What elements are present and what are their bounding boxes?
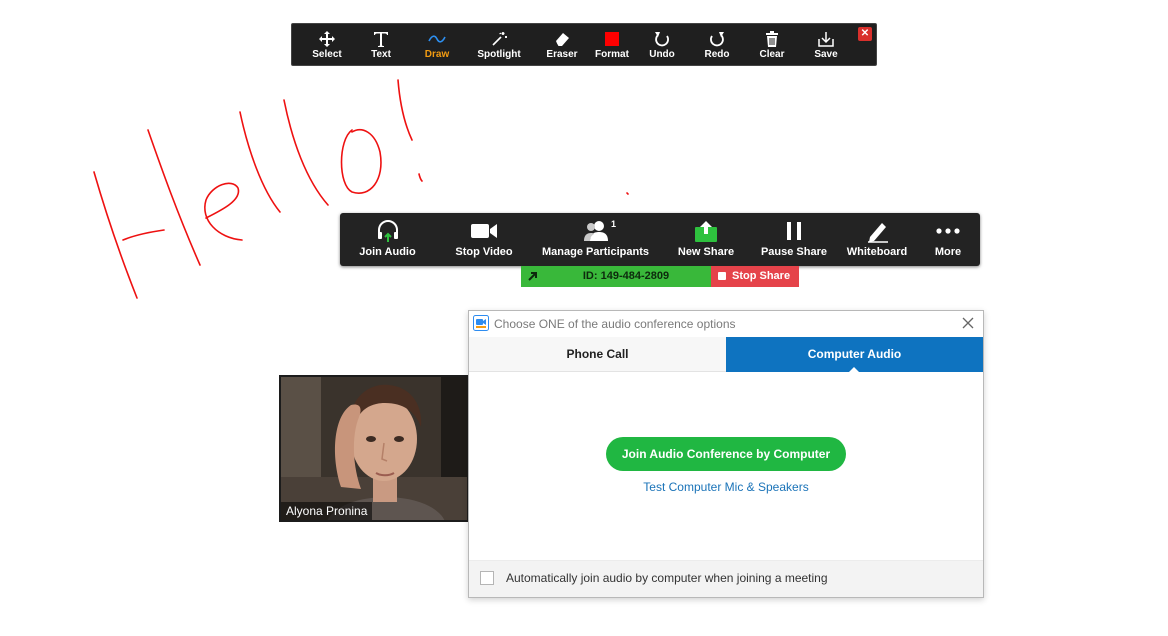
select-tool-label: Select <box>312 49 342 60</box>
pause-share-button[interactable]: Pause Share <box>758 213 830 266</box>
redo-icon <box>710 32 724 47</box>
eraser-tool[interactable]: Eraser <box>534 24 590 66</box>
clear-tool[interactable]: Clear <box>744 24 800 66</box>
meeting-id-banner[interactable]: ID: 149-484-2809 <box>521 266 711 287</box>
dialog-title: Choose ONE of the audio conference optio… <box>494 317 736 331</box>
dialog-footer: Automatically join audio by computer whe… <box>469 560 983 597</box>
participant-video[interactable]: Alyona Pronina <box>279 375 469 522</box>
whiteboard-label: Whiteboard <box>846 246 908 258</box>
pencil-icon <box>868 223 888 243</box>
undo-tool[interactable]: Undo <box>634 24 690 66</box>
join-audio-label: Join Audio <box>359 246 416 258</box>
stop-share-button[interactable]: Stop Share <box>711 266 799 287</box>
participant-count-badge: 1 <box>611 219 617 229</box>
close-icon[interactable] <box>961 316 975 330</box>
participant-name-label: Alyona Pronina <box>281 502 373 520</box>
stop-video-label: Stop Video <box>455 246 513 258</box>
draw-tool[interactable]: Draw <box>409 24 465 66</box>
pause-icon <box>787 222 801 240</box>
close-annotation-button[interactable]: ✕ <box>858 27 872 41</box>
headphones-icon <box>377 220 398 242</box>
join-audio-button[interactable]: Join Audio <box>350 213 425 266</box>
format-tool-label: Format <box>595 49 629 60</box>
move-arrows-icon <box>319 31 335 47</box>
join-audio-conference-button[interactable]: Join Audio Conference by Computer <box>606 437 846 471</box>
meeting-id-text: ID: 149-484-2809 <box>582 270 670 282</box>
test-mic-speakers-link[interactable]: Test Computer Mic & Speakers <box>469 480 983 494</box>
spotlight-tool-label: Spotlight <box>477 49 521 60</box>
download-icon <box>818 32 834 47</box>
video-camera-icon <box>471 224 497 238</box>
more-button[interactable]: More <box>928 213 968 266</box>
annotation-toolbar: Select Text Draw Spotlight Eraser Format… <box>291 23 877 66</box>
selected-tab-notch <box>848 367 860 373</box>
text-tool[interactable]: Text <box>353 24 409 66</box>
meeting-toolbar: Join Audio Stop Video Manage Participant… <box>340 213 980 266</box>
share-status-bar: ID: 149-484-2809 Stop Share <box>521 266 799 287</box>
auto-join-label: Automatically join audio by computer whe… <box>506 571 828 585</box>
auto-join-checkbox[interactable] <box>480 571 494 585</box>
more-dots-icon <box>936 228 960 234</box>
share-screen-icon <box>695 221 717 242</box>
select-tool[interactable]: Select <box>299 24 355 66</box>
color-square-icon <box>605 32 619 46</box>
whiteboard-button[interactable]: Whiteboard <box>841 213 913 266</box>
new-share-label: New Share <box>677 246 735 258</box>
pause-share-label: Pause Share <box>760 246 828 258</box>
trash-icon <box>766 31 778 47</box>
participants-icon <box>583 221 608 241</box>
text-t-icon <box>374 32 388 47</box>
tab-phone-call[interactable]: Phone Call <box>469 337 726 372</box>
clear-tool-label: Clear <box>759 49 785 60</box>
more-label: More <box>934 246 962 258</box>
redo-tool[interactable]: Redo <box>689 24 745 66</box>
stop-video-button[interactable]: Stop Video <box>445 213 523 266</box>
tab-computer-audio-label: Computer Audio <box>807 347 902 361</box>
close-icon: ✕ <box>860 28 870 39</box>
squiggle-icon <box>428 35 446 43</box>
text-tool-label: Text <box>371 49 391 60</box>
spotlight-tool[interactable]: Spotlight <box>471 24 527 66</box>
format-tool[interactable]: Format <box>584 24 640 66</box>
new-share-button[interactable]: New Share <box>670 213 742 266</box>
participant-video-feed <box>281 377 467 520</box>
draw-tool-label: Draw <box>424 49 450 60</box>
stop-share-label: Stop Share <box>732 270 791 282</box>
manage-participants-label: Manage Participants <box>542 246 649 258</box>
redo-tool-label: Redo <box>704 49 730 60</box>
tab-phone-call-label: Phone Call <box>566 347 629 361</box>
tab-computer-audio[interactable]: Computer Audio <box>726 337 983 373</box>
save-tool[interactable]: Save <box>798 24 854 66</box>
save-tool-label: Save <box>814 49 838 60</box>
eraser-icon <box>555 33 569 47</box>
magic-wand-icon <box>492 32 507 46</box>
zoom-app-icon <box>473 315 489 331</box>
undo-tool-label: Undo <box>649 49 675 60</box>
eraser-tool-label: Eraser <box>546 49 578 60</box>
manage-participants-button[interactable]: Manage Participants 1 <box>538 213 653 266</box>
stop-square-icon <box>718 272 726 280</box>
audio-conference-dialog: Choose ONE of the audio conference optio… <box>468 310 984 598</box>
undo-icon <box>655 32 669 47</box>
